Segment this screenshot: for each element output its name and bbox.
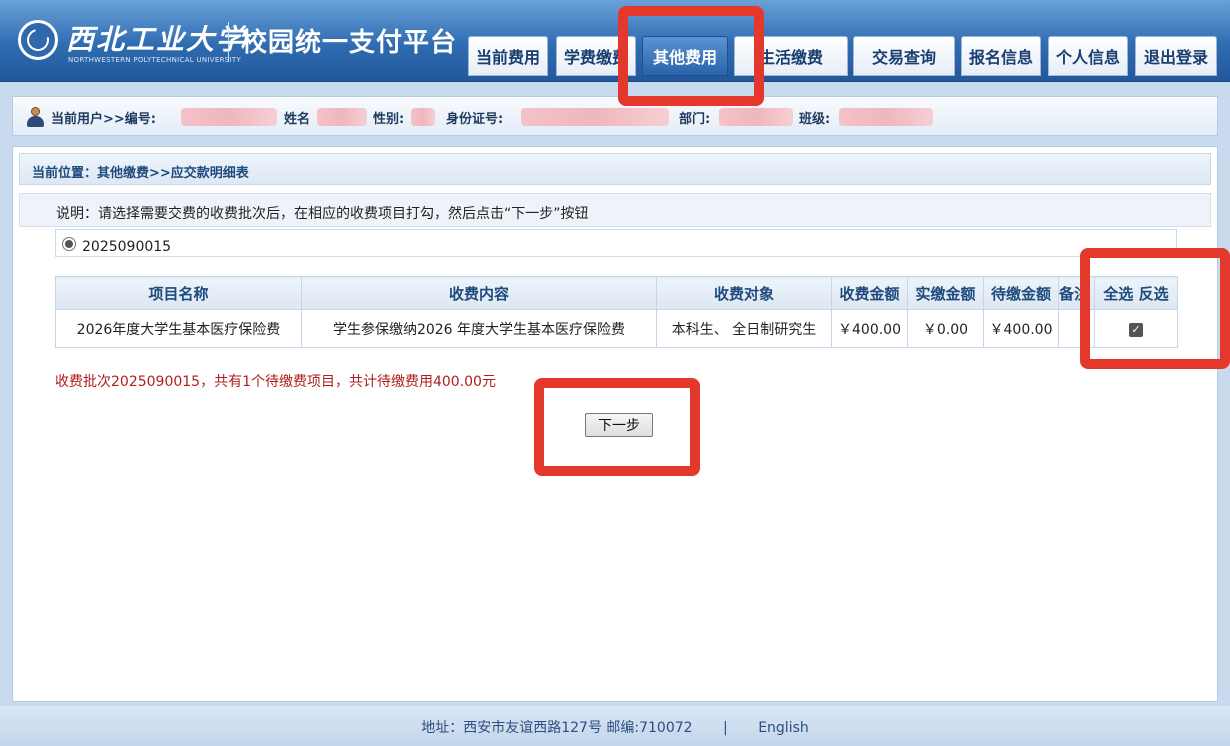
footer-separator: | [723, 720, 728, 736]
logo-divider [228, 22, 229, 62]
instruction-notice: 说明：请选择需要交费的收费批次后，在相应的收费项目打勾，然后点击“下一步”按钮 [19, 193, 1211, 227]
nav-personal-info[interactable]: 个人信息 [1048, 36, 1128, 76]
user-dept-label: 部门: [679, 112, 711, 127]
batch-radio[interactable] [62, 236, 76, 251]
user-class-label: 班级: [799, 112, 831, 127]
university-seal-icon [18, 20, 58, 60]
redacted-name [317, 108, 367, 126]
nav-other-fees[interactable]: 其他费用 [642, 36, 728, 76]
batch-selector[interactable]: 2025090015 [55, 229, 1177, 257]
user-id-label: 当前用户>>编号: [51, 112, 156, 127]
cell-content: 学生参保缴纳2026 年度大学生基本医疗保险费 [301, 309, 657, 348]
redacted-user-id [181, 108, 277, 126]
invert-selection-link[interactable]: 反选 [1139, 285, 1169, 303]
payment-summary: 收费批次2025090015，共有1个待缴费项目，共计待缴费用400.00元 [55, 374, 496, 390]
cell-paid: ￥0.00 [907, 309, 984, 348]
col-item-name: 项目名称 [55, 276, 302, 310]
nav-logout[interactable]: 退出登录 [1135, 36, 1217, 76]
nav-living-fees[interactable]: 生活缴费 [734, 36, 848, 76]
user-idcard-label: 身份证号: [446, 112, 504, 127]
nav-registration[interactable]: 报名信息 [961, 36, 1041, 76]
nav-tuition[interactable]: 学费缴费 [556, 36, 636, 76]
col-content: 收费内容 [301, 276, 657, 310]
select-all-link[interactable]: 全选 [1103, 285, 1133, 303]
footer: 地址：西安市友谊西路127号 邮编:710072 | English [0, 706, 1230, 746]
col-target: 收费对象 [656, 276, 832, 310]
english-link[interactable]: English [758, 720, 809, 736]
redacted-idcard [521, 108, 669, 126]
col-select: 全选 反选 [1094, 276, 1178, 310]
col-paid: 实缴金额 [907, 276, 984, 310]
next-step-button[interactable]: 下一步 [585, 413, 653, 437]
cell-amount: ￥400.00 [831, 309, 908, 348]
cell-pending: ￥400.00 [983, 309, 1059, 348]
main-panel: 当前位置：其他缴费>>应交款明细表 说明：请选择需要交费的收费批次后，在相应的收… [12, 146, 1218, 702]
table-header-row: 项目名称 收费内容 收费对象 收费金额 实缴金额 待缴金额 备注 全选 反选 [55, 276, 1178, 310]
footer-address: 地址：西安市友谊西路127号 邮编:710072 [421, 720, 693, 736]
cell-select: ✓ [1094, 309, 1178, 348]
user-icon [25, 107, 45, 127]
batch-id: 2025090015 [82, 238, 172, 255]
nav-current-fees[interactable]: 当前费用 [468, 36, 548, 76]
cell-item-name: 2026年度大学生基本医疗保险费 [55, 309, 302, 348]
platform-title: 校园统一支付平台 [241, 28, 458, 58]
nav-transactions[interactable]: 交易查询 [853, 36, 955, 76]
col-amount: 收费金额 [831, 276, 908, 310]
university-logo-text: 西北工业大学 [66, 23, 247, 56]
redacted-class [839, 108, 933, 126]
user-name-label: 姓名 [284, 112, 311, 127]
header: 西北工业大学 NORTHWESTERN POLYTECHNICAL UNIVER… [0, 0, 1230, 82]
row-checkbox[interactable]: ✓ [1129, 322, 1143, 337]
col-pending: 待缴金额 [983, 276, 1059, 310]
fee-detail-table: 项目名称 收费内容 收费对象 收费金额 实缴金额 待缴金额 备注 全选 反选 2… [55, 276, 1178, 348]
col-remark: 备注 [1058, 276, 1095, 310]
redacted-gender [411, 108, 435, 126]
redacted-department [719, 108, 793, 126]
radio-selected-dot [65, 239, 73, 248]
breadcrumb: 当前位置：其他缴费>>应交款明细表 [19, 153, 1211, 185]
user-gender-label: 性别: [373, 112, 405, 127]
table-row: 2026年度大学生基本医疗保险费 学生参保缴纳2026 年度大学生基本医疗保险费… [55, 309, 1178, 348]
cell-target: 本科生、 全日制研究生 [656, 309, 832, 348]
cell-remark [1058, 309, 1095, 348]
user-info-bar: 当前用户>>编号: 姓名 性别: 身份证号: 部门: 班级: [12, 96, 1218, 136]
university-logo-english: NORTHWESTERN POLYTECHNICAL UNIVERSITY [68, 56, 242, 64]
